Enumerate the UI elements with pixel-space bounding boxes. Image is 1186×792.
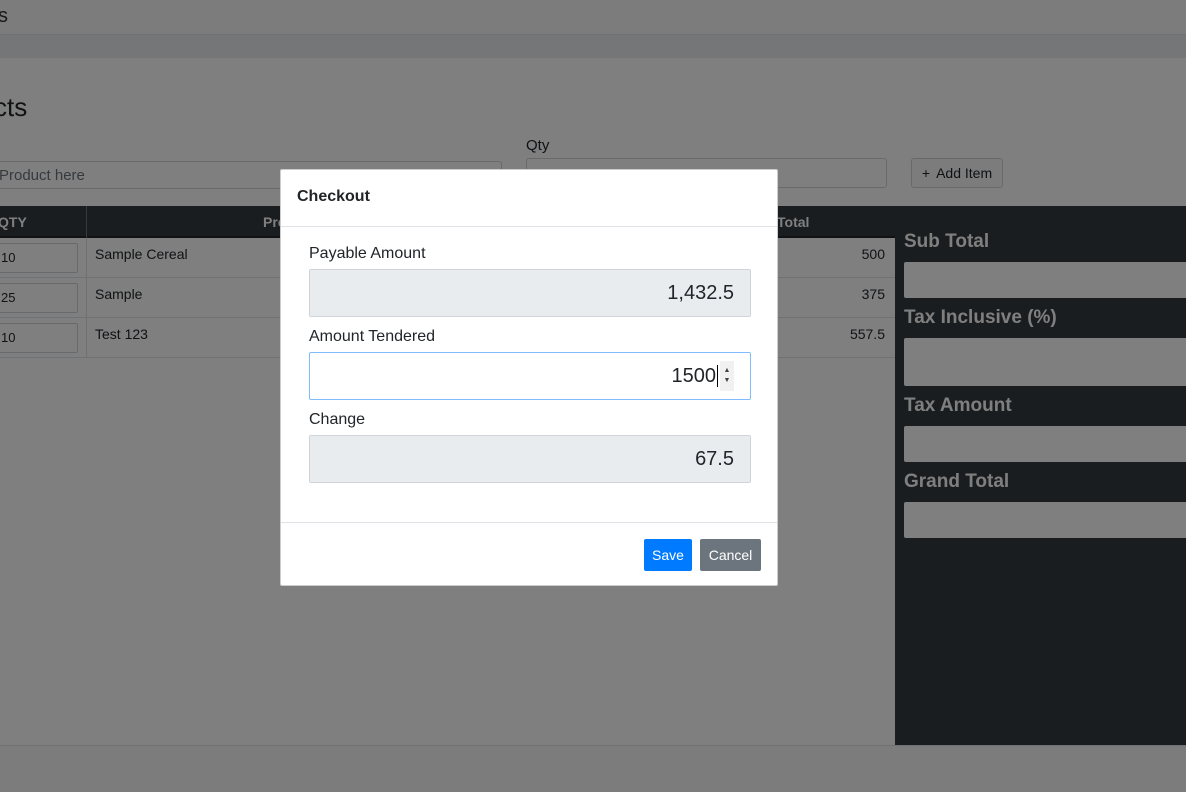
payable-amount-label: Payable Amount: [309, 245, 426, 262]
modal-footer: Save Cancel: [281, 523, 777, 586]
amount-tendered-value: 1500: [671, 364, 717, 387]
number-spinner[interactable]: ▲ ▼: [720, 361, 734, 391]
modal-header: Checkout: [281, 170, 777, 227]
modal-body: Payable Amount 1,432.5 Amount Tendered 1…: [281, 227, 777, 523]
checkout-modal: Checkout Payable Amount 1,432.5 Amount T…: [280, 169, 778, 586]
change-group: Change 67.5: [309, 411, 751, 483]
change-value: 67.5: [695, 447, 734, 470]
change-label: Change: [309, 411, 366, 428]
spin-up-icon[interactable]: ▲: [724, 366, 731, 376]
modal-title: Checkout: [297, 188, 370, 205]
spin-down-icon[interactable]: ▼: [724, 376, 731, 386]
change-field: 67.5: [309, 435, 751, 483]
text-caret: [717, 365, 718, 387]
cancel-button[interactable]: Cancel: [700, 538, 761, 571]
payable-amount-value: 1,432.5: [667, 281, 734, 304]
save-button[interactable]: Save: [644, 538, 692, 571]
tendered-group: Amount Tendered 1500 ▲ ▼: [309, 328, 751, 400]
amount-tendered-input[interactable]: 1500 ▲ ▼: [309, 352, 751, 400]
amount-tendered-label: Amount Tendered: [309, 328, 436, 345]
payable-amount-field: 1,432.5: [309, 269, 751, 317]
payable-group: Payable Amount 1,432.5: [309, 245, 751, 317]
